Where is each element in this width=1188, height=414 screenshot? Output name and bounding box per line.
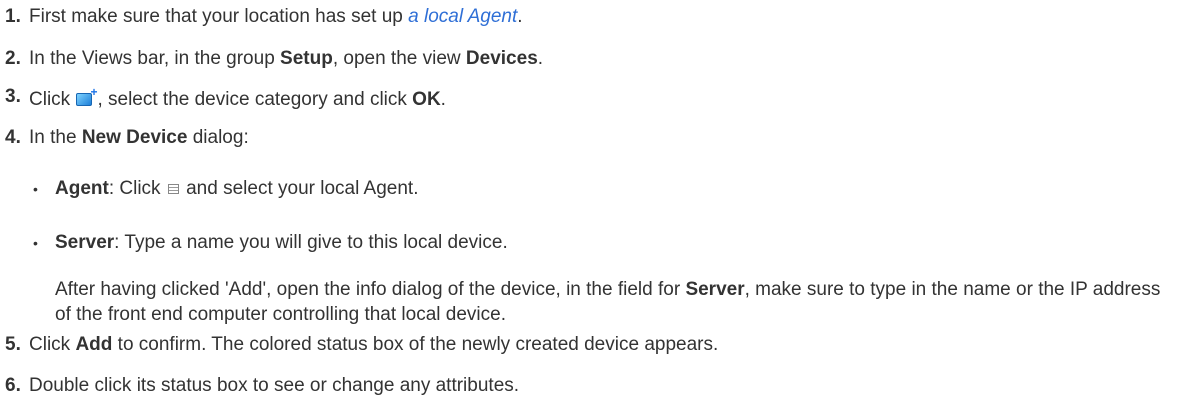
step-number: 4.: [5, 127, 21, 148]
text-fragment: .: [440, 89, 446, 110]
server-note: After having clicked 'Add', open the inf…: [55, 277, 1175, 327]
text-fragment: After having clicked 'Add', open the inf…: [55, 279, 686, 300]
text-fragment: First make sure that your location has s…: [29, 6, 409, 27]
bullet-dot: •: [33, 181, 38, 197]
local-agent-link[interactable]: a local Agent: [408, 6, 517, 27]
new-device-dialog-label: New Device: [81, 127, 188, 148]
add-button-label: Add: [75, 334, 113, 355]
text-fragment: to confirm. The colored status box of th…: [112, 334, 719, 355]
text-fragment: .: [517, 6, 523, 27]
text-fragment: and select your local Agent.: [180, 178, 419, 199]
step-number: 1.: [5, 6, 21, 27]
agent-field-label: Agent: [55, 178, 109, 199]
step-text: Click +, select the device category and …: [29, 86, 446, 113]
setup-group-label: Setup: [280, 48, 333, 69]
step-text: Click Add to confirm. The colored status…: [29, 332, 718, 358]
add-device-icon: +: [76, 86, 97, 108]
server-field-label: Server: [55, 232, 115, 253]
step-text: First make sure that your location has s…: [29, 4, 523, 30]
text-fragment: : Click: [108, 178, 166, 199]
bullet-dot: •: [33, 235, 38, 251]
step-text: Double click its status box to see or ch…: [29, 373, 519, 399]
text-fragment: , select the device category and click: [97, 89, 413, 110]
ok-button-label: OK: [412, 89, 441, 110]
bullet-text: Server: Type a name you will give to thi…: [55, 230, 508, 256]
step-number: 2.: [5, 48, 21, 69]
step-text: In the Views bar, in the group Setup, op…: [29, 46, 543, 72]
step-number: 5.: [5, 334, 21, 355]
text-fragment: In the Views bar, in the group: [29, 48, 281, 69]
list-icon: [167, 184, 179, 194]
server-field-label: Server: [685, 279, 745, 300]
devices-view-label: Devices: [465, 48, 538, 69]
text-fragment: Click: [29, 334, 76, 355]
plus-sign: +: [90, 85, 98, 99]
text-fragment: , open the view: [332, 48, 466, 69]
text-fragment: Double click its status box to see or ch…: [29, 375, 520, 396]
step-number: 6.: [5, 375, 21, 396]
text-fragment: In the: [29, 127, 82, 148]
bullet-text: Agent: Click and select your local Agent…: [55, 176, 418, 202]
text-fragment: : Type a name you will give to this loca…: [114, 232, 508, 253]
text-fragment: .: [537, 48, 544, 69]
text-fragment: Click: [29, 89, 76, 110]
step-text: In the New Device dialog:: [29, 125, 249, 151]
text-fragment: dialog:: [187, 127, 249, 148]
instructions-document: 1. First make sure that your location ha…: [0, 0, 1188, 414]
step-number: 3.: [5, 86, 21, 107]
